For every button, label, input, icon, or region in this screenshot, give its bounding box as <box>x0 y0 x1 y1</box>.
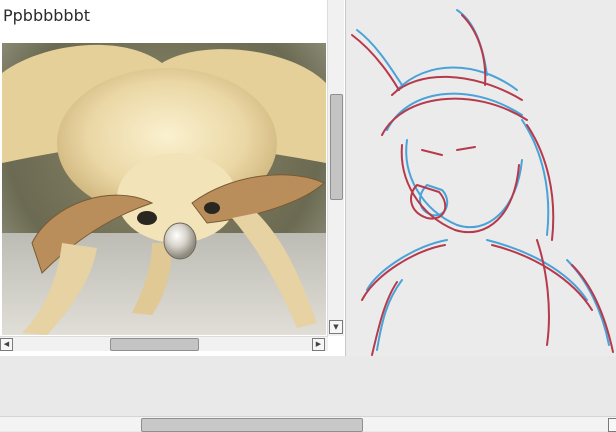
reference-horizontal-scroll-thumb[interactable] <box>110 338 199 351</box>
reference-vertical-scroll-thumb[interactable] <box>330 94 343 200</box>
reference-horizontal-scrollbar[interactable]: ◀ ▶ <box>0 336 328 351</box>
reference-title: Ppbbbbbbt <box>3 6 91 25</box>
moth-photo-image <box>2 43 326 335</box>
reference-panel: Ppbbbbbbt ▼ ◀ ▶ <box>0 0 346 356</box>
blue-sketch-lines <box>356 9 610 351</box>
main-horizontal-scrollbar[interactable] <box>0 416 616 432</box>
drawing-canvas[interactable] <box>347 0 616 356</box>
red-sketch-lines <box>351 14 614 356</box>
scroll-right-arrow-icon[interactable]: ▶ <box>312 338 325 351</box>
scroll-left-arrow-icon[interactable]: ◀ <box>0 338 13 351</box>
reference-vertical-scrollbar[interactable]: ▼ <box>327 0 344 336</box>
scroll-down-arrow-icon[interactable]: ▼ <box>329 320 343 334</box>
